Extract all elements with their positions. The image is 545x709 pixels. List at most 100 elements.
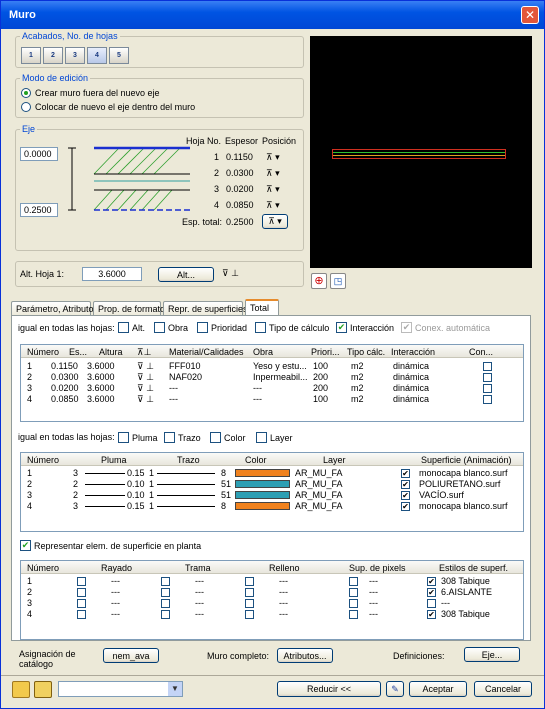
connection-checkbox[interactable] — [483, 384, 492, 393]
layers-5-button[interactable]: 5 — [109, 47, 129, 64]
position-dropdown[interactable]: ⊼ ▾ — [266, 152, 280, 163]
tab-superficies[interactable]: Repr. de superficies — [163, 301, 248, 316]
surface-style-name[interactable]: 6.AISLANTE — [441, 587, 492, 597]
table-cell[interactable]: m2 — [351, 383, 364, 393]
tab-formato[interactable]: Prop. de formato — [93, 301, 165, 316]
table-cell[interactable]: dinámica — [393, 394, 429, 404]
table-cell[interactable]: 1 — [27, 361, 32, 371]
stroke-number[interactable]: 1 — [149, 479, 154, 489]
color-number[interactable]: 51 — [221, 490, 231, 500]
surface-checkbox[interactable]: ✔ — [401, 469, 410, 478]
table-cell[interactable]: dinámica — [393, 383, 429, 393]
surface-option-checkbox[interactable] — [245, 577, 254, 586]
total-position-dropdown[interactable]: ⊼ ▾ — [262, 214, 288, 229]
column-header[interactable]: Obra — [253, 347, 273, 357]
table-cell[interactable]: m2 — [351, 394, 364, 404]
pen-number[interactable]: 2 — [73, 479, 78, 489]
position-dropdown[interactable]: ⊼ ▾ — [266, 200, 280, 211]
table-cell[interactable]: 100 — [313, 361, 328, 371]
surface-name[interactable]: VACÍO.surf — [419, 490, 464, 500]
color-number[interactable]: 51 — [221, 479, 231, 489]
igual-checkbox[interactable]: ✔ — [336, 322, 347, 333]
column-header[interactable]: Altura — [99, 347, 123, 357]
reducir-button[interactable]: Reducir << — [277, 681, 381, 697]
igual-checkbox[interactable] — [255, 322, 266, 333]
column-header[interactable]: Material/Calidades — [169, 347, 244, 357]
column-header[interactable]: Estilos de superf. — [439, 563, 508, 573]
table-cell[interactable]: 200 — [313, 383, 328, 393]
color-swatch[interactable] — [235, 469, 290, 477]
igual-checkbox[interactable] — [154, 322, 165, 333]
surface-option-checkbox[interactable] — [245, 588, 254, 597]
radio-crear[interactable] — [21, 88, 31, 98]
style-checkbox[interactable]: ✔ — [427, 588, 436, 597]
style-checkbox[interactable] — [427, 599, 436, 608]
surface-checkbox[interactable]: ✔ — [401, 480, 410, 489]
alt-position-icon[interactable]: ⊽ ⊥ — [222, 268, 239, 279]
surface-option-checkbox[interactable] — [77, 610, 86, 619]
style-checkbox[interactable]: ✔ — [427, 610, 436, 619]
connection-checkbox[interactable] — [483, 362, 492, 371]
layers-2-button[interactable]: 2 — [43, 47, 63, 64]
stroke-number[interactable]: 1 — [149, 490, 154, 500]
layers-3-button[interactable]: 3 — [65, 47, 85, 64]
save-icon[interactable] — [34, 681, 52, 698]
position-dropdown[interactable]: ⊼ ▾ — [266, 168, 280, 179]
surface-option-checkbox[interactable] — [161, 599, 170, 608]
table-cell[interactable]: NAF020 — [169, 372, 202, 382]
table-cell[interactable]: FFF010 — [169, 361, 201, 371]
table-cell[interactable]: 2 — [27, 372, 32, 382]
tab-total[interactable]: Total — [245, 299, 279, 316]
table-cell[interactable]: 3.6000 — [87, 361, 115, 371]
surface-option-checkbox[interactable] — [161, 588, 170, 597]
column-header[interactable]: Priori... — [311, 347, 340, 357]
folder-open-icon[interactable] — [12, 681, 30, 698]
style-checkbox[interactable]: ✔ — [427, 577, 436, 586]
column-header[interactable]: Color — [245, 455, 267, 465]
igual-checkbox[interactable] — [118, 322, 129, 333]
layer-name[interactable]: AR_MU_FA — [295, 479, 343, 489]
atributos-button[interactable]: Atributos... — [277, 648, 333, 663]
surface-name[interactable]: monocapa blanco.surf — [419, 468, 508, 478]
surface-name[interactable]: POLIURETANO.surf — [419, 479, 500, 489]
column-header[interactable]: Es... — [69, 347, 87, 357]
surface-style-name[interactable]: 308 Tabique — [441, 609, 490, 619]
color-number[interactable]: 8 — [221, 468, 226, 478]
favorites-dropdown[interactable]: ▼ — [58, 681, 183, 697]
column-header[interactable]: Número — [27, 455, 59, 465]
table-cell[interactable]: dinámica — [393, 361, 429, 371]
color-swatch[interactable] — [235, 502, 290, 510]
igual2-checkbox[interactable] — [210, 432, 221, 443]
connection-checkbox[interactable] — [483, 373, 492, 382]
pipette-button[interactable]: ✎ — [386, 681, 404, 697]
column-header[interactable]: Número — [27, 563, 59, 573]
column-header[interactable]: Pluma — [101, 455, 127, 465]
surface-checkbox[interactable]: ✔ — [401, 491, 410, 500]
layers-4-button[interactable]: 4 — [87, 47, 107, 64]
radio-colocar[interactable] — [21, 102, 31, 112]
title-bar[interactable]: Muro — [1, 1, 544, 29]
chevron-down-icon[interactable]: ▼ — [168, 682, 182, 696]
column-header[interactable]: Superficie (Animación) — [421, 455, 512, 465]
layer-name[interactable]: AR_MU_FA — [295, 468, 343, 478]
table-cell[interactable]: 0.0300 — [51, 372, 79, 382]
table-cell[interactable]: 0.0200 — [51, 383, 79, 393]
surface-option-checkbox[interactable] — [77, 588, 86, 597]
color-number[interactable]: 8 — [221, 501, 226, 511]
column-header[interactable]: Rayado — [101, 563, 132, 573]
table-cell[interactable]: 3.6000 — [87, 383, 115, 393]
column-header[interactable]: Interacción — [391, 347, 435, 357]
surface-option-checkbox[interactable] — [77, 577, 86, 586]
table-cell[interactable]: 3.6000 — [87, 372, 115, 382]
table-cell[interactable]: Inpermeabil... — [253, 372, 308, 382]
table-cell[interactable]: m2 — [351, 361, 364, 371]
stroke-number[interactable]: 1 — [149, 468, 154, 478]
surface-option-checkbox[interactable] — [349, 599, 358, 608]
layers-1-button[interactable]: 1 — [21, 47, 41, 64]
represent-checkbox[interactable]: ✔ — [20, 540, 31, 551]
position-dropdown[interactable]: ⊼ ▾ — [266, 184, 280, 195]
igual2-checkbox[interactable] — [164, 432, 175, 443]
wall-preview[interactable] — [310, 36, 532, 268]
surface-option-checkbox[interactable] — [349, 577, 358, 586]
surface-option-checkbox[interactable] — [349, 588, 358, 597]
